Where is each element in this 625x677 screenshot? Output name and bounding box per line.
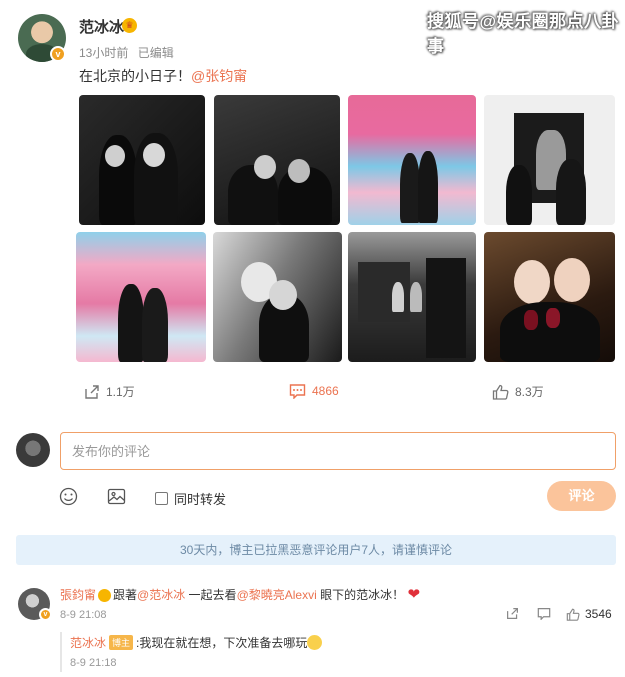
post-photo-8[interactable] xyxy=(484,232,615,362)
watermark: 搜狐号@娱乐圈那点八卦事 xyxy=(427,12,620,56)
post-photo-3[interactable] xyxy=(348,95,476,225)
comment-body: 張鈞甯 跟著@范冰冰 一起去看@黎曉亮Alexvi 眼下的范冰冰！ ❤ xyxy=(60,585,420,603)
reply-divider xyxy=(60,632,62,672)
post-meta: 13小时前 已编辑 xyxy=(79,44,174,61)
heart-emoji-icon: ❤ xyxy=(407,586,421,603)
repost-count: 1.1万 xyxy=(106,385,135,399)
reply-text: :我现在就在想，下次准备去哪玩 xyxy=(136,636,308,650)
verified-badge-icon: v xyxy=(50,46,66,62)
post-mention-link[interactable]: @张钧甯 xyxy=(191,68,247,84)
thumbs-up-icon xyxy=(492,384,509,400)
thumbs-up-icon xyxy=(566,608,580,621)
vip-crown-icon: ♛ xyxy=(122,18,137,33)
post-author-name[interactable]: 范冰冰 xyxy=(79,16,124,37)
author-badge: 博主 xyxy=(109,635,134,650)
post-photo-2[interactable] xyxy=(214,95,340,225)
picture-icon xyxy=(107,488,126,505)
post-photo-5[interactable] xyxy=(76,232,206,362)
image-upload-button[interactable] xyxy=(107,487,126,511)
comment-verified-badge-icon: v xyxy=(39,608,52,621)
comment-username[interactable]: 張鈞甯 xyxy=(60,588,96,602)
grin-emoji-icon xyxy=(307,635,323,650)
comment-icon xyxy=(289,383,306,399)
comment-mention-2[interactable]: @黎曉亮Alexvi xyxy=(237,588,317,602)
post-photo-1[interactable] xyxy=(79,95,205,225)
post-photo-4[interactable] xyxy=(484,95,615,225)
submit-comment-button[interactable]: 评论 xyxy=(547,481,616,511)
comment-reply-button[interactable] xyxy=(537,607,551,623)
comment-icon xyxy=(537,608,551,621)
post-photo-6[interactable] xyxy=(213,232,342,362)
comment-text-3: 眼下的范冰冰！ xyxy=(316,588,405,602)
repost-action[interactable]: 1.1万 xyxy=(84,383,135,400)
current-user-avatar[interactable] xyxy=(16,433,50,467)
post-time[interactable]: 13小时前 xyxy=(79,46,128,60)
comment-share-button[interactable] xyxy=(506,607,519,623)
like-action[interactable]: 8.3万 xyxy=(492,383,544,400)
comment-like-button[interactable]: 3546 xyxy=(566,607,612,621)
like-count: 8.3万 xyxy=(515,385,544,399)
comment-time: 8-9 21:08 xyxy=(60,609,107,621)
post-text: 在北京的小日子！ xyxy=(79,68,191,84)
vip-icon xyxy=(98,589,112,602)
emoji-button[interactable] xyxy=(59,487,78,511)
reply-body: 范冰冰 博主:我现在就在想，下次准备去哪玩 xyxy=(70,634,323,651)
checkbox-icon[interactable] xyxy=(155,492,168,505)
comment-action[interactable]: 4866 xyxy=(289,383,339,399)
post-photo-7[interactable] xyxy=(348,232,476,362)
share-icon xyxy=(507,608,518,619)
comment-text-1: 跟著 xyxy=(113,588,138,602)
edited-label: 已编辑 xyxy=(137,46,174,60)
share-icon xyxy=(84,384,100,400)
comment-input[interactable] xyxy=(60,432,616,470)
post-content: 在北京的小日子！@张钧甯 xyxy=(79,66,247,86)
comment-mention-1[interactable]: @范冰冰 xyxy=(137,588,185,602)
smiley-icon xyxy=(59,487,78,506)
reply-time: 8-9 21:18 xyxy=(70,657,117,669)
moderation-notice: 30天内，博主已拉黑恶意评论用户7人，请谨慎评论 xyxy=(16,535,616,565)
comment-text-2: 一起去看 xyxy=(185,588,237,602)
repost-checkbox[interactable]: 同时转发 xyxy=(155,489,226,508)
reply-username[interactable]: 范冰冰 xyxy=(70,636,106,650)
comment-like-count: 3546 xyxy=(585,607,612,621)
repost-checkbox-label: 同时转发 xyxy=(174,492,227,507)
comment-count: 4866 xyxy=(312,384,339,398)
